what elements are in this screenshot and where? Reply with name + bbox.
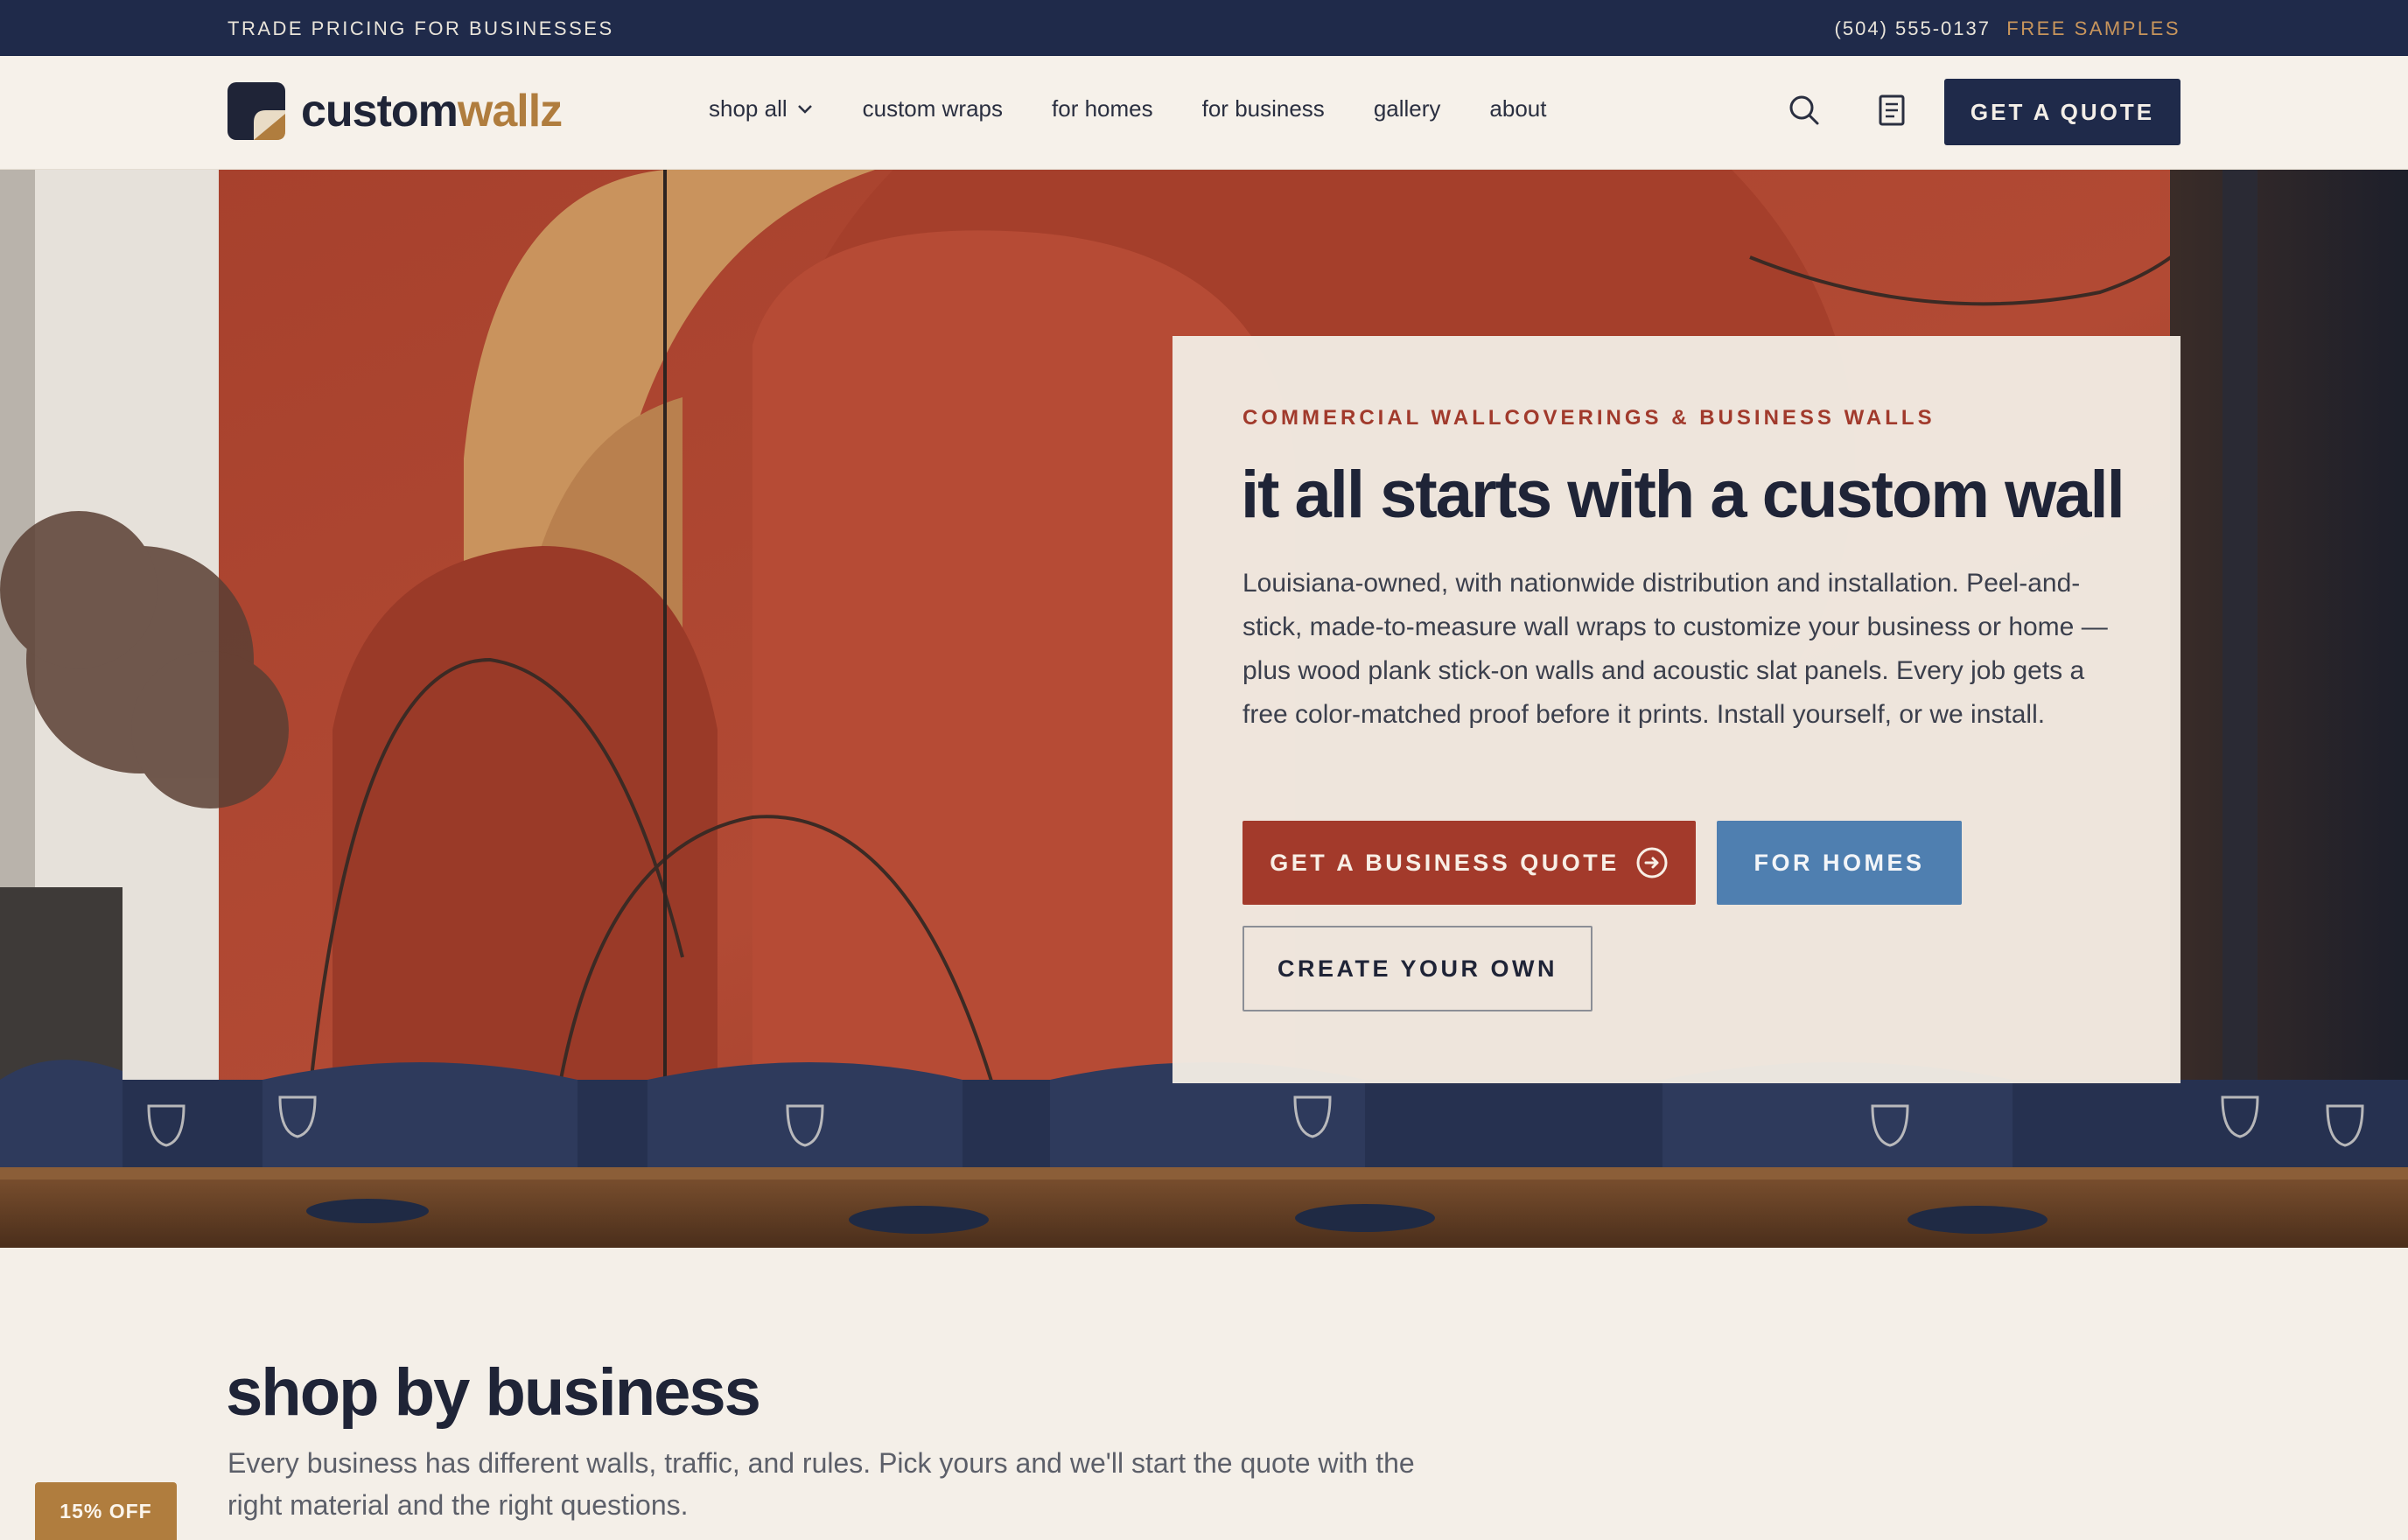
trade-pricing-link[interactable]: TRADE PRICING FOR BUSINESSES [228, 18, 614, 40]
search-icon[interactable] [1785, 91, 1824, 130]
nav-for-business[interactable]: for business [1202, 95, 1325, 122]
free-samples-link[interactable]: FREE SAMPLES [2006, 18, 2180, 40]
chevron-down-icon [797, 104, 812, 114]
arrow-circle-icon [1636, 847, 1668, 878]
discount-badge[interactable]: 15% OFF [35, 1482, 177, 1540]
hero-description: Louisiana-owned, with nationwide distrib… [1242, 569, 2108, 729]
section-subtitle: Every business has different walls, traf… [228, 1447, 1415, 1521]
logo-icon [228, 82, 285, 140]
logo-text-custom: custom [301, 86, 458, 136]
logo-text: customwallz [301, 85, 563, 137]
nav-for-homes[interactable]: for homes [1052, 95, 1153, 122]
for-homes-button[interactable]: FOR HOMES [1717, 821, 1962, 905]
main-nav: shop all custom wraps for homes for busi… [709, 95, 1595, 122]
document-icon[interactable] [1872, 91, 1911, 130]
phone-link[interactable]: (504) 555-0137 [1835, 18, 1991, 40]
get-business-quote-button[interactable]: GET A BUSINESS QUOTE [1242, 821, 1696, 905]
hero-eyebrow: COMMERCIAL WALLCOVERINGS & BUSINESS WALL… [1242, 406, 1936, 430]
nav-shop-all[interactable]: shop all [709, 95, 814, 122]
hero-card: COMMERCIAL WALLCOVERINGS & BUSINESS WALL… [1172, 336, 2180, 1083]
site-header: customwallz shop all custom wraps for ho… [0, 56, 2408, 170]
hero-section: COMMERCIAL WALLCOVERINGS & BUSINESS WALL… [0, 170, 2408, 1248]
hero-title: it all starts with a custom wall [1241, 458, 2125, 532]
get-a-quote-button[interactable]: GET A QUOTE [1944, 79, 2180, 145]
get-business-quote-label: GET A BUSINESS QUOTE [1270, 849, 1620, 876]
nav-about[interactable]: about [1489, 95, 1546, 122]
section-title: shop by business [226, 1355, 761, 1430]
logo[interactable]: customwallz [228, 80, 563, 142]
create-your-own-button[interactable]: CREATE YOUR OWN [1242, 926, 1592, 1012]
nav-custom-wraps[interactable]: custom wraps [863, 95, 1003, 122]
logo-text-wallz: wallz [457, 86, 563, 136]
top-bar: TRADE PRICING FOR BUSINESSES (504) 555-0… [0, 0, 2408, 56]
nav-shop-all-label: shop all [709, 95, 788, 122]
nav-gallery[interactable]: gallery [1374, 95, 1441, 122]
